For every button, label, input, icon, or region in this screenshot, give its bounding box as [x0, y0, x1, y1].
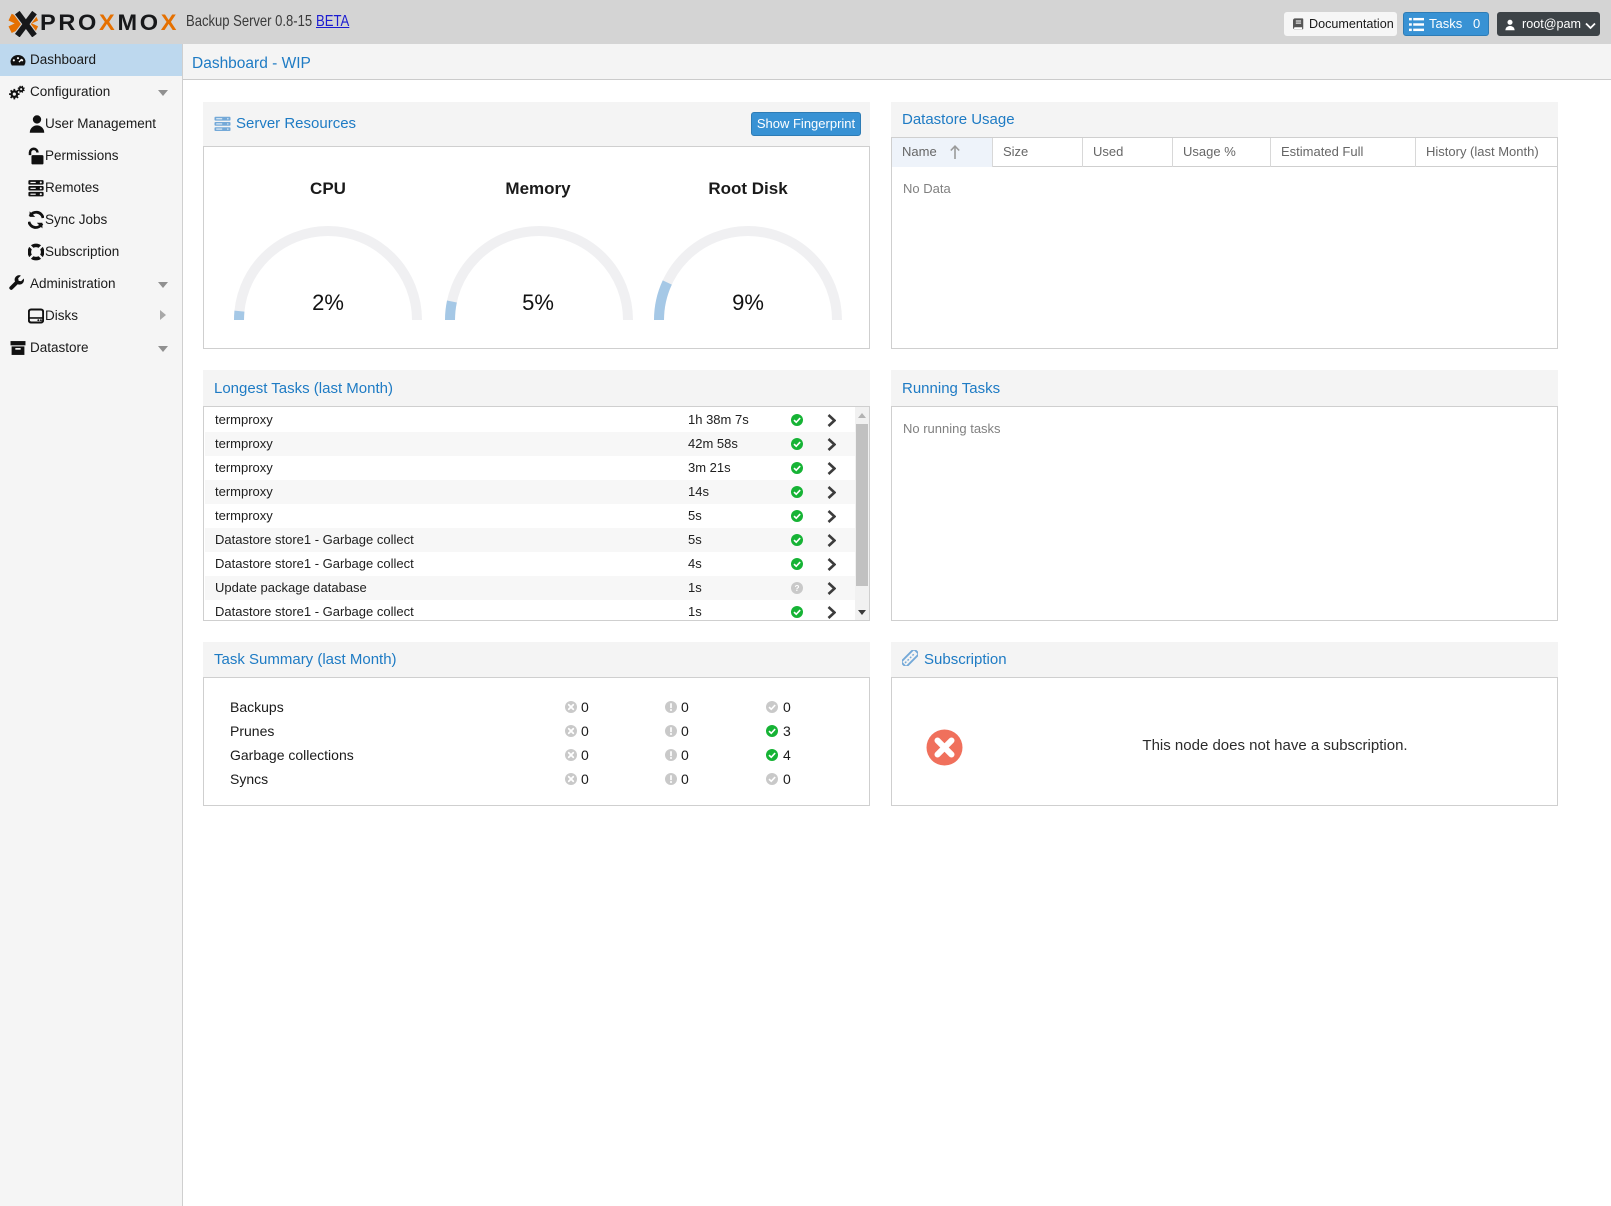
svg-text:?: ? [794, 584, 799, 593]
